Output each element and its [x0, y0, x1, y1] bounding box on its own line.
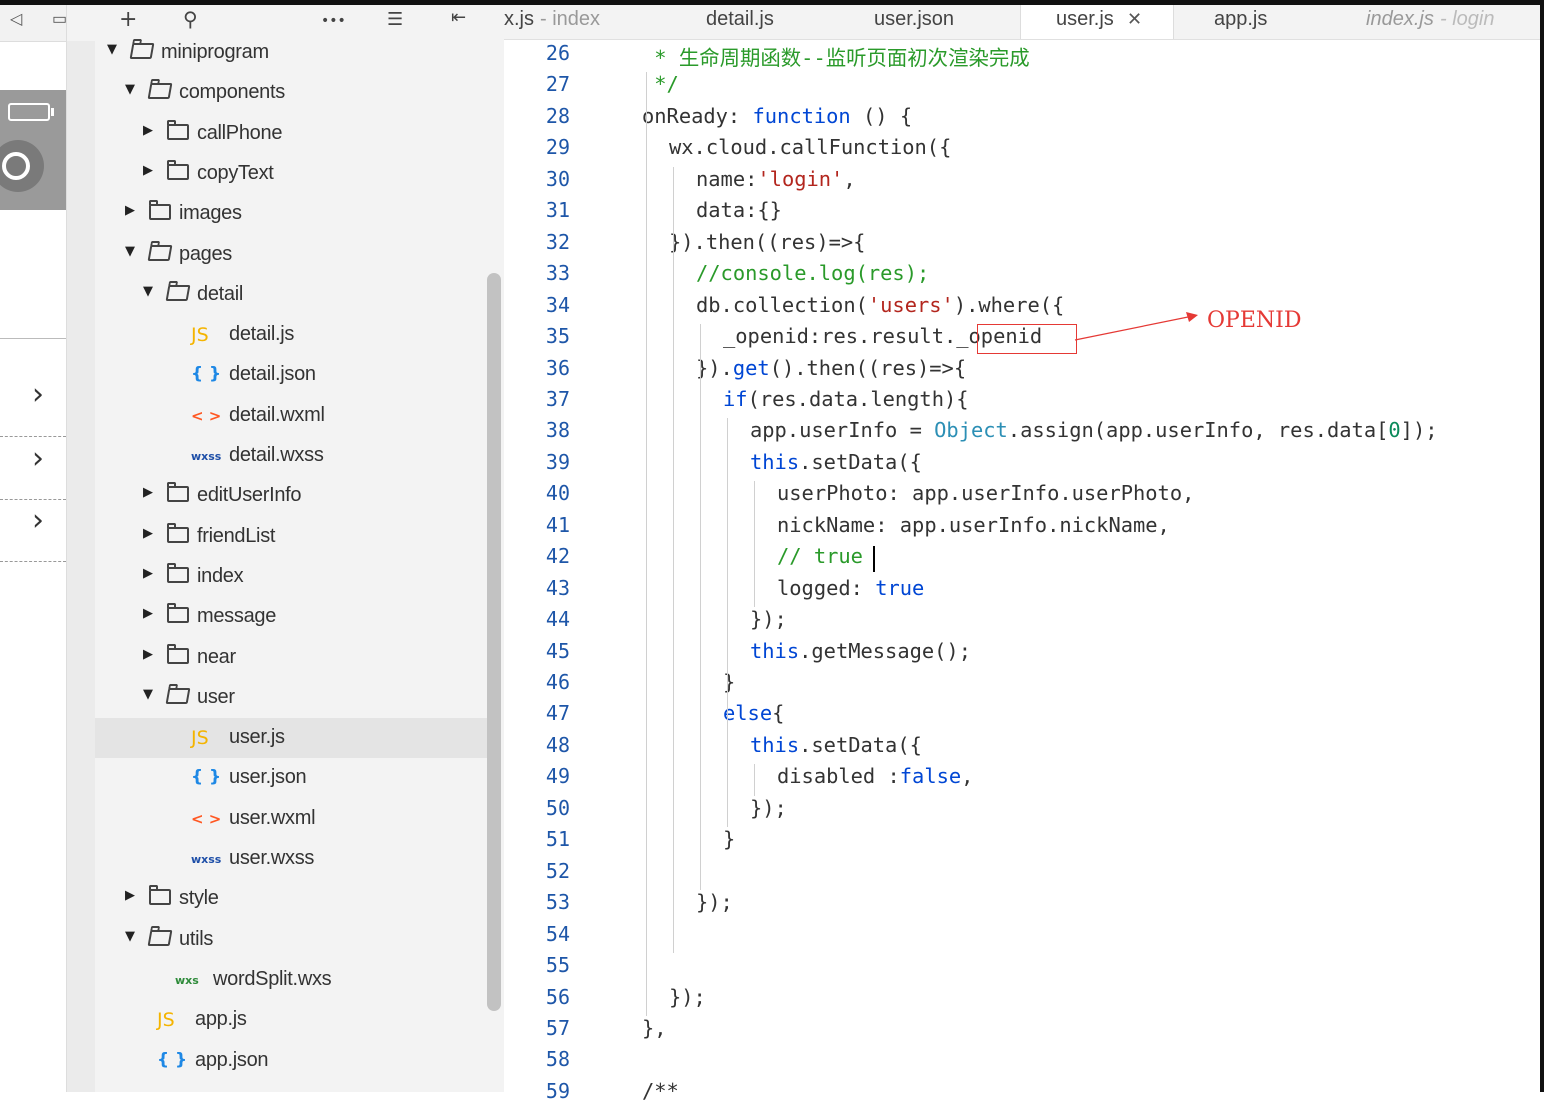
annotation-arrow — [1074, 312, 1198, 341]
annotation-arrow-head — [1186, 312, 1198, 322]
annotation-highlight-box — [977, 324, 1077, 354]
annotation-label: OPENID — [1207, 308, 1302, 333]
window-right-edge — [1540, 0, 1544, 1092]
annotation-arrow-line — [1074, 316, 1189, 341]
